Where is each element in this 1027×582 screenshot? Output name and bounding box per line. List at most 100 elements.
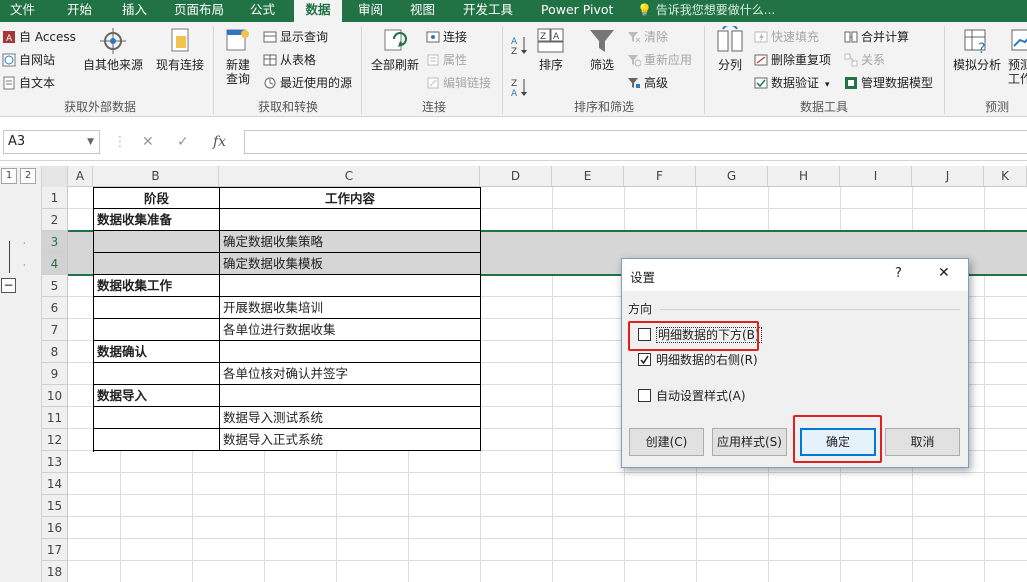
- show-queries-button[interactable]: 显示查询: [263, 27, 328, 47]
- edit-links-button[interactable]: 编辑链接: [426, 73, 491, 93]
- tab-review[interactable]: 审阅: [358, 0, 383, 22]
- row-header[interactable]: 4: [42, 253, 68, 275]
- close-icon[interactable]: ✕: [938, 265, 950, 281]
- table-cell[interactable]: 确定数据收集模板: [220, 253, 481, 275]
- table-cell[interactable]: [94, 297, 220, 319]
- cancel-button[interactable]: 取消: [885, 428, 960, 456]
- recent-sources-button[interactable]: 最近使用的源: [263, 73, 352, 93]
- row-header[interactable]: 17: [42, 539, 68, 561]
- table-cell[interactable]: [220, 385, 481, 407]
- table-cell[interactable]: 确定数据收集策略: [220, 231, 481, 253]
- tab-home[interactable]: 开始: [67, 0, 92, 22]
- row-header[interactable]: 10: [42, 385, 68, 407]
- table-cell[interactable]: [220, 209, 481, 231]
- select-all-corner[interactable]: [42, 166, 68, 187]
- column-header-k[interactable]: K: [984, 166, 1027, 187]
- from-other-sources-button[interactable]: 自其他来源: [82, 26, 144, 72]
- row-header[interactable]: 11: [42, 407, 68, 429]
- formula-input[interactable]: [244, 130, 1027, 154]
- row-header[interactable]: 15: [42, 495, 68, 517]
- row-header[interactable]: 5: [42, 275, 68, 297]
- insert-function-icon[interactable]: fx: [213, 130, 226, 154]
- table-cell[interactable]: 各单位进行数据收集: [220, 319, 481, 341]
- from-access-button[interactable]: A自 Access: [2, 27, 76, 47]
- outline-level-2-button[interactable]: 2: [20, 168, 36, 184]
- text-to-columns-button[interactable]: 分列: [710, 26, 750, 72]
- header-cell-stage[interactable]: 阶段: [94, 188, 220, 209]
- table-cell[interactable]: [94, 253, 220, 275]
- outline-collapse-button[interactable]: −: [1, 278, 16, 293]
- tab-view[interactable]: 视图: [410, 0, 435, 22]
- tab-data[interactable]: 数据: [294, 0, 342, 22]
- sort-descending-button[interactable]: ZA: [510, 76, 531, 99]
- tell-me-search[interactable]: 💡 告诉我您想要做什么...: [637, 0, 775, 22]
- advanced-filter-button[interactable]: 高级: [627, 73, 668, 93]
- column-header-j[interactable]: J: [912, 166, 984, 187]
- forecast-sheet-button[interactable]: 预测 工作: [1008, 26, 1027, 86]
- name-box[interactable]: A3 ▼: [3, 130, 100, 154]
- table-cell[interactable]: [94, 429, 220, 451]
- detail-right-checkbox[interactable]: 明细数据的右侧(R): [638, 350, 758, 370]
- properties-button[interactable]: 属性: [426, 50, 467, 70]
- column-header-h[interactable]: H: [768, 166, 840, 187]
- table-cell[interactable]: 数据确认: [94, 341, 220, 363]
- flash-fill-button[interactable]: 快速填充: [754, 27, 819, 47]
- header-cell-content[interactable]: 工作内容: [220, 188, 481, 209]
- sort-button[interactable]: ZA 排序: [533, 26, 569, 72]
- from-text-button[interactable]: 自文本: [2, 73, 55, 93]
- table-cell[interactable]: [94, 231, 220, 253]
- column-header-d[interactable]: D: [480, 166, 552, 187]
- existing-connections-button[interactable]: 现有连接: [154, 26, 206, 72]
- table-cell[interactable]: 数据收集准备: [94, 209, 220, 231]
- table-cell[interactable]: 各单位核对确认并签字: [220, 363, 481, 385]
- column-header-c[interactable]: C: [219, 166, 480, 187]
- remove-duplicates-button[interactable]: 删除重复项: [754, 50, 831, 70]
- relationships-button[interactable]: 关系: [844, 50, 885, 70]
- reapply-button[interactable]: 重新应用: [627, 50, 692, 70]
- table-cell[interactable]: 数据导入正式系统: [220, 429, 481, 451]
- tab-power-pivot[interactable]: Power Pivot: [541, 0, 613, 22]
- table-cell[interactable]: [94, 319, 220, 341]
- enter-formula-icon[interactable]: ✓: [177, 130, 189, 154]
- tab-file[interactable]: 文件: [10, 0, 35, 22]
- sort-ascending-button[interactable]: AZ: [510, 34, 531, 57]
- row-header[interactable]: 12: [42, 429, 68, 451]
- what-if-analysis-button[interactable]: ? 模拟分析: [950, 26, 1004, 72]
- row-header[interactable]: 6: [42, 297, 68, 319]
- manage-data-model-button[interactable]: 管理数据模型: [844, 73, 933, 93]
- outline-level-1-button[interactable]: 1: [1, 168, 17, 184]
- from-table-button[interactable]: 从表格: [263, 50, 316, 70]
- row-header[interactable]: 13: [42, 451, 68, 473]
- consolidate-button[interactable]: 合并计算: [844, 27, 909, 47]
- row-header[interactable]: 18: [42, 561, 68, 582]
- create-button[interactable]: 创建(C): [629, 428, 704, 456]
- row-header[interactable]: 14: [42, 473, 68, 495]
- row-header[interactable]: 7: [42, 319, 68, 341]
- column-header-a[interactable]: A: [68, 166, 93, 187]
- data-validation-button[interactable]: 数据验证 ▾: [754, 73, 830, 93]
- auto-style-checkbox[interactable]: 自动设置样式(A): [638, 386, 746, 406]
- connections-button[interactable]: 连接: [426, 27, 467, 47]
- column-header-b[interactable]: B: [93, 166, 219, 187]
- dialog-title-bar[interactable]: 设置 ? ✕: [622, 259, 968, 291]
- row-header[interactable]: 1: [42, 187, 68, 209]
- chevron-down-icon[interactable]: ▼: [87, 131, 94, 153]
- table-cell[interactable]: [94, 363, 220, 385]
- table-cell[interactable]: 数据导入测试系统: [220, 407, 481, 429]
- help-icon[interactable]: ?: [895, 266, 902, 281]
- row-header[interactable]: 16: [42, 517, 68, 539]
- row-header[interactable]: 2: [42, 209, 68, 231]
- table-cell[interactable]: [94, 407, 220, 429]
- filter-button[interactable]: 筛选: [584, 26, 620, 72]
- cancel-formula-icon[interactable]: ✕: [142, 130, 154, 154]
- table-cell[interactable]: [220, 341, 481, 363]
- column-header-i[interactable]: I: [840, 166, 912, 187]
- row-header[interactable]: 8: [42, 341, 68, 363]
- table-cell[interactable]: 数据收集工作: [94, 275, 220, 297]
- table-cell[interactable]: [220, 275, 481, 297]
- table-cell[interactable]: 开展数据收集培训: [220, 297, 481, 319]
- apply-styles-button[interactable]: 应用样式(S): [712, 428, 787, 456]
- tab-formulas[interactable]: 公式: [250, 0, 275, 22]
- tab-page-layout[interactable]: 页面布局: [174, 0, 224, 22]
- refresh-all-button[interactable]: 全部刷新: [368, 26, 422, 72]
